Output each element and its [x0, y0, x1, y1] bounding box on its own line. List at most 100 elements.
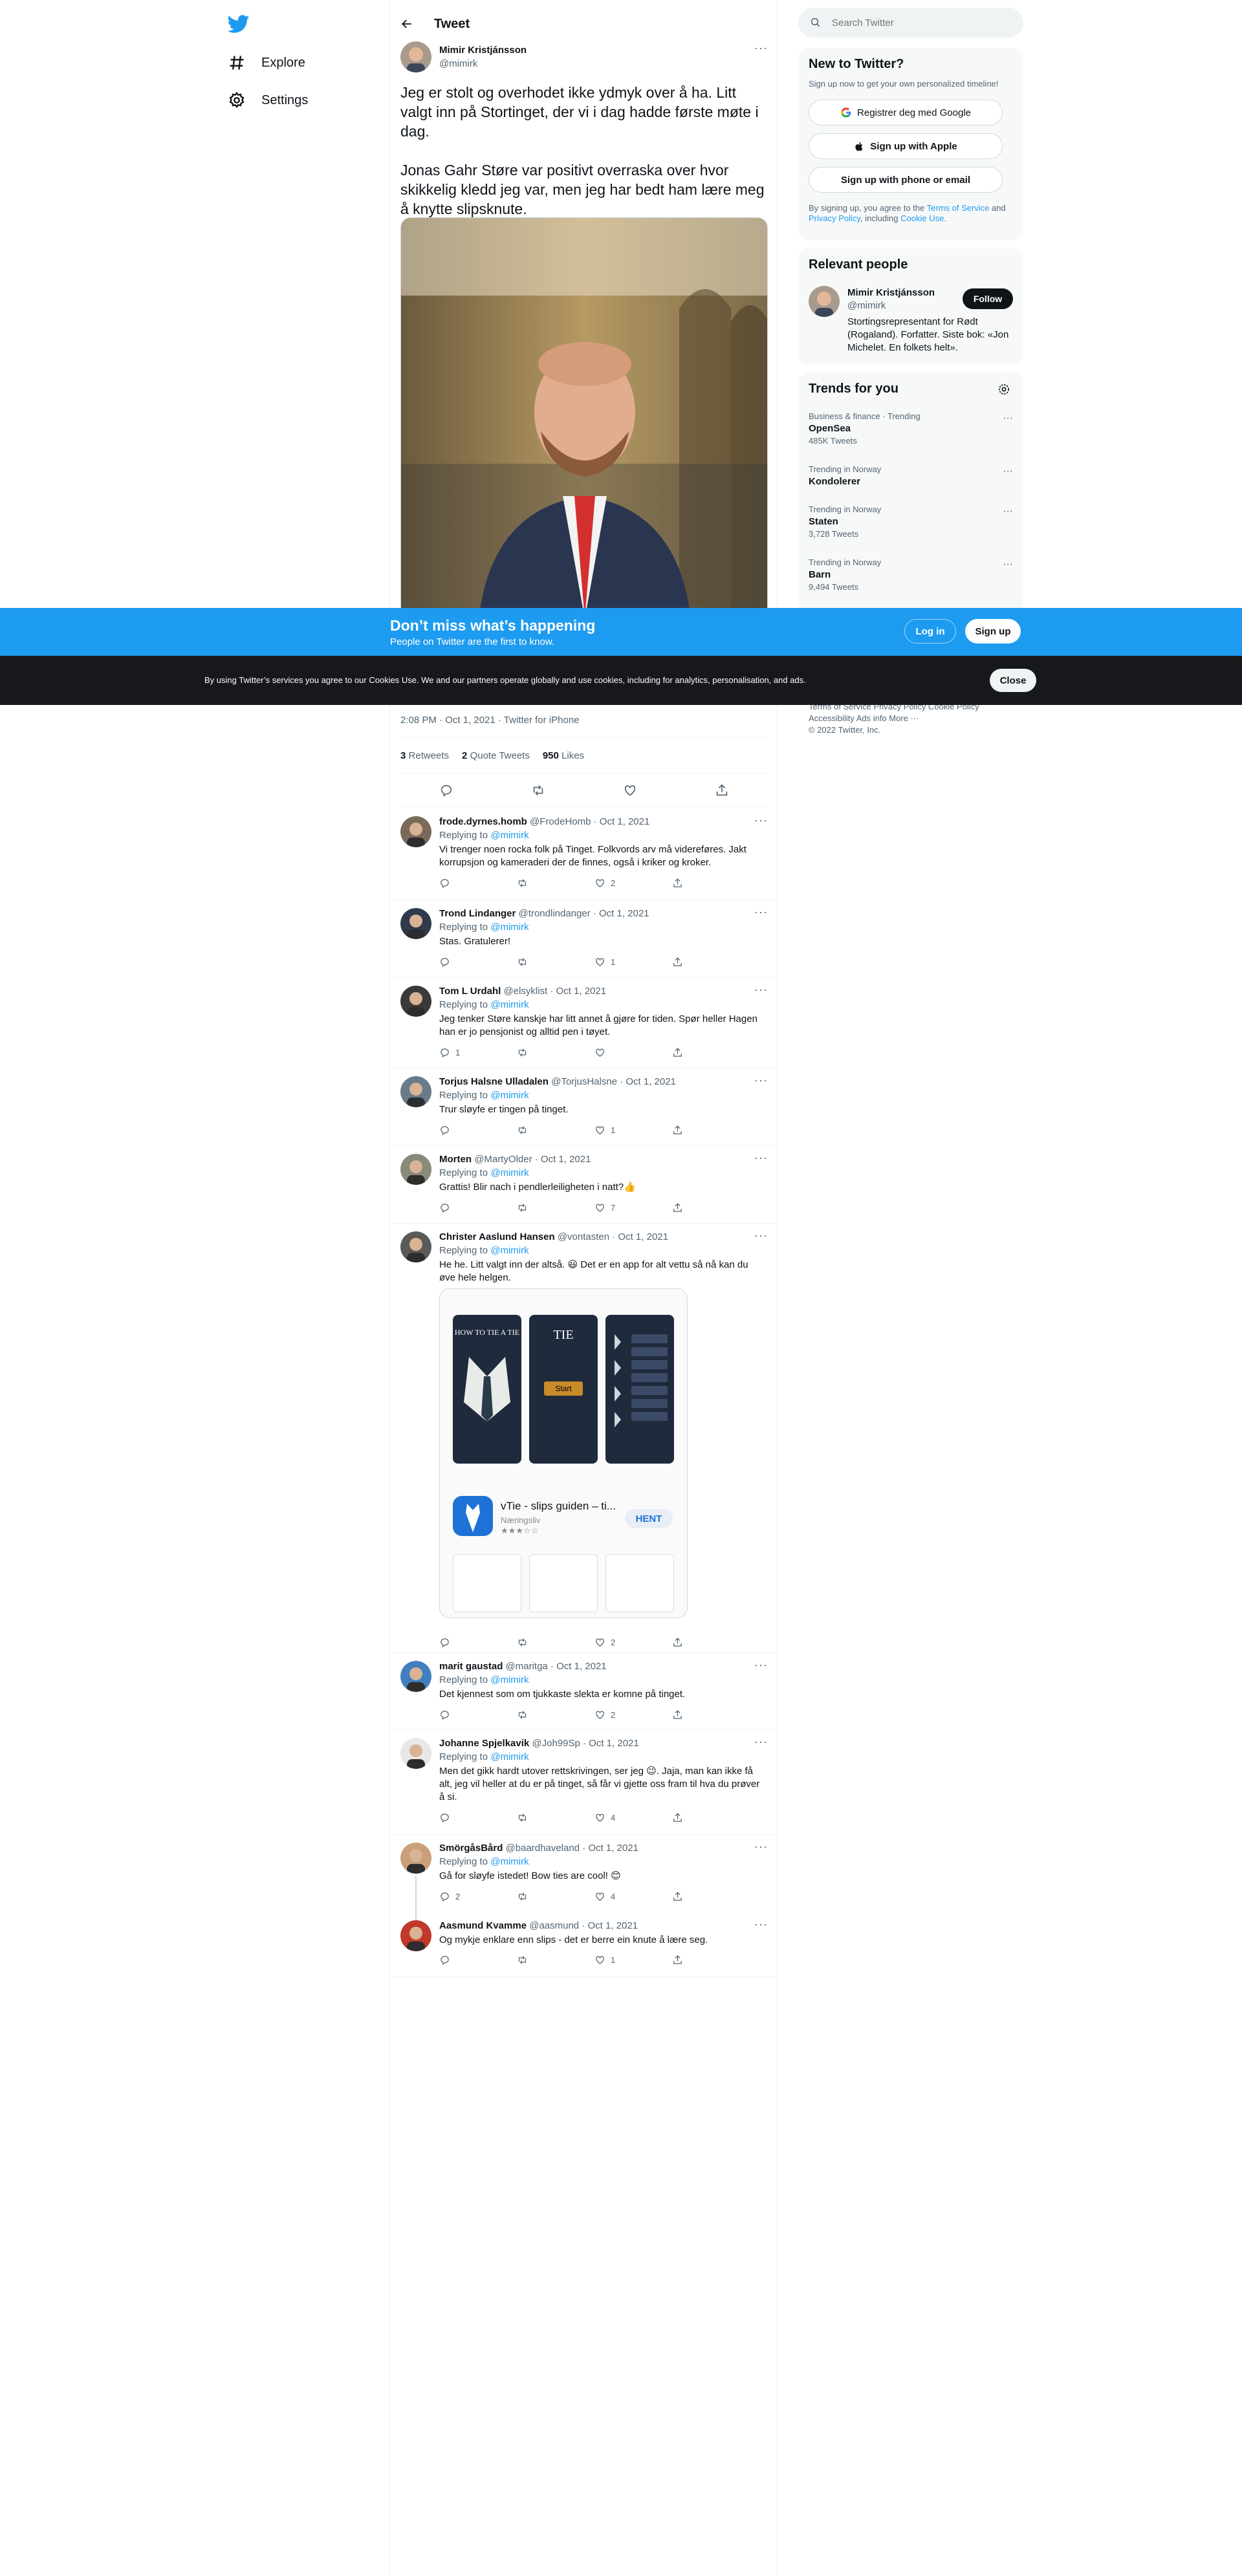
reply-handle-date[interactable]: @FrodeHomb · Oct 1, 2021	[530, 816, 649, 827]
reply-avatar[interactable]	[400, 1231, 431, 1262]
reply-retweet-action[interactable]	[517, 1200, 562, 1215]
mention-link[interactable]: @mimirk	[490, 1167, 528, 1178]
reply-handle-date[interactable]: @trondlindanger · Oct 1, 2021	[519, 908, 649, 919]
reply-reply-action[interactable]	[439, 955, 485, 969]
more-options-icon[interactable]: ···	[754, 1074, 768, 1087]
quotes-stat[interactable]: 2 Quote Tweets	[462, 750, 530, 761]
reply-handle-date[interactable]: @maritga · Oct 1, 2021	[506, 1661, 607, 1672]
mention-link[interactable]: @mimirk	[490, 922, 528, 933]
mention-link[interactable]: @mimirk	[490, 1856, 528, 1867]
back-arrow-icon[interactable]	[400, 17, 413, 30]
reply-reply-action[interactable]	[439, 1810, 485, 1824]
trend-item[interactable]: Business & finance · Trending OpenSea 485…	[809, 411, 1013, 446]
retweets-stat[interactable]: 3 Retweets	[400, 750, 449, 761]
app-get-button[interactable]: HENT	[625, 1509, 673, 1528]
reply-tweet[interactable]: Torjus Halsne Ulladalen @TorjusHalsne · …	[390, 1068, 778, 1146]
footer-line-2[interactable]: Accessibility Ads info More ···	[809, 713, 979, 724]
reply-reply-action[interactable]: 2	[439, 1889, 485, 1903]
reply-share-action[interactable]	[672, 1707, 717, 1722]
mention-link[interactable]: @mimirk	[490, 830, 528, 841]
follow-button[interactable]: Follow	[963, 288, 1013, 309]
reply-avatar[interactable]	[400, 1154, 431, 1185]
reply-tweet[interactable]: Morten @MartyOlder · Oct 1, 2021 ··· Reply…	[390, 1146, 778, 1224]
reply-author-name[interactable]: Aasmund Kvamme	[439, 1920, 527, 1931]
reply-share-action[interactable]	[672, 1635, 717, 1649]
more-options-icon[interactable]: ···	[754, 1840, 768, 1854]
trend-more-icon[interactable]: ···	[1003, 559, 1013, 570]
cookie-use-link[interactable]: Cookie Use	[900, 213, 944, 223]
cookie-close-button[interactable]: Close	[990, 669, 1036, 692]
reply-reply-action[interactable]	[439, 1123, 485, 1137]
reply-author-name[interactable]: Torjus Halsne Ulladalen	[439, 1076, 549, 1087]
mention-link[interactable]: @mimirk	[490, 1674, 528, 1685]
reply-reply-action[interactable]	[439, 1707, 485, 1722]
reply-share-action[interactable]	[672, 1200, 717, 1215]
relevant-handle[interactable]: @mimirk	[847, 300, 886, 311]
reply-author-name[interactable]: Christer Aaslund Hansen	[439, 1231, 555, 1242]
reply-like-action[interactable]: 4	[594, 1810, 640, 1824]
reply-retweet-action[interactable]	[517, 1889, 562, 1903]
reply-handle-date[interactable]: @vontasten · Oct 1, 2021	[558, 1231, 668, 1242]
reply-like-action[interactable]	[594, 1045, 640, 1059]
more-options-icon[interactable]: ···	[754, 1735, 768, 1749]
reply-author-name[interactable]: Tom L Urdahl	[439, 986, 501, 997]
reply-avatar[interactable]	[400, 908, 431, 939]
reply-avatar[interactable]	[400, 1920, 431, 1951]
search-box[interactable]	[798, 8, 1023, 38]
reply-tweet[interactable]: Trond Lindanger @trondlindanger · Oct 1,…	[390, 900, 778, 978]
reply-avatar[interactable]	[400, 1661, 431, 1692]
reply-avatar[interactable]	[400, 1738, 431, 1769]
reply-like-action[interactable]: 1	[594, 1123, 640, 1137]
reply-retweet-action[interactable]	[517, 955, 562, 969]
reply-like-action[interactable]: 2	[594, 1635, 640, 1649]
reply-share-action[interactable]	[672, 1045, 717, 1059]
reply-share-action[interactable]	[672, 876, 717, 890]
reply-tweet[interactable]: SmörgåsBård @baardhaveland · Oct 1, 2021…	[390, 1835, 778, 1920]
reply-like-action[interactable]: 7	[594, 1200, 640, 1215]
reply-retweet-action[interactable]	[517, 1810, 562, 1824]
author-handle[interactable]: @mimirk	[439, 58, 477, 69]
trend-more-icon[interactable]: ···	[1003, 413, 1013, 424]
reply-retweet-action[interactable]	[517, 1707, 562, 1722]
tweet-photo[interactable]	[400, 217, 768, 618]
trend-more-icon[interactable]: ···	[1003, 466, 1013, 477]
reply-retweet-action[interactable]	[517, 1123, 562, 1137]
more-options-icon[interactable]: ···	[754, 1151, 768, 1165]
reply-retweet-action[interactable]	[517, 1953, 562, 1967]
reply-share-action[interactable]	[672, 1810, 717, 1824]
reply-share-action[interactable]	[672, 1953, 717, 1967]
reply-like-action[interactable]: 1	[594, 1953, 640, 1967]
reply-author-name[interactable]: SmörgåsBård	[439, 1843, 503, 1854]
more-options-icon[interactable]: ···	[754, 1658, 768, 1672]
reply-handle-date[interactable]: @aasmund · Oct 1, 2021	[529, 1920, 638, 1931]
reply-handle-date[interactable]: @TorjusHalsne · Oct 1, 2021	[551, 1076, 676, 1087]
trend-item[interactable]: Trending in Norway Staten 3,728 Tweets ···	[809, 504, 1013, 539]
reply-handle-date[interactable]: @Joh99Sp · Oct 1, 2021	[532, 1738, 638, 1749]
more-options-icon[interactable]: ···	[754, 41, 768, 55]
mention-link[interactable]: @mimirk	[490, 1751, 528, 1762]
reply-author-name[interactable]: Johanne Spjelkavik	[439, 1738, 529, 1749]
app-store-card[interactable]: HOW TO TIE A TIE TIE Start vTie - slips …	[439, 1288, 688, 1618]
more-options-icon[interactable]: ···	[754, 814, 768, 827]
reply-reply-action[interactable]	[439, 876, 485, 890]
mention-link[interactable]: @mimirk	[490, 999, 528, 1010]
reply-retweet-action[interactable]	[517, 876, 562, 890]
reply-reply-action[interactable]	[439, 1200, 485, 1215]
share-icon[interactable]	[715, 783, 729, 797]
reply-like-action[interactable]: 4	[594, 1889, 640, 1903]
reply-tweet[interactable]: Tom L Urdahl @elsyklist · Oct 1, 2021 ···…	[390, 978, 778, 1068]
reply-avatar[interactable]	[400, 816, 431, 847]
phone-email-signup-button[interactable]: Sign up with phone or email	[809, 167, 1003, 193]
reply-author-name[interactable]: Trond Lindanger	[439, 908, 516, 919]
reply-avatar[interactable]	[400, 986, 431, 1017]
mention-link[interactable]: @mimirk	[490, 1090, 528, 1101]
trends-settings-icon[interactable]	[997, 383, 1010, 396]
reply-tweet[interactable]: Aasmund Kvamme @aasmund · Oct 1, 2021 ···…	[390, 1912, 778, 1977]
author-name[interactable]: Mimir Kristjánsson	[439, 45, 527, 56]
nav-explore[interactable]: Explore	[228, 47, 305, 79]
reply-reply-action[interactable]	[439, 1953, 485, 1967]
reply-author-name[interactable]: marit gaustad	[439, 1661, 503, 1672]
privacy-link[interactable]: Privacy Policy	[809, 213, 860, 223]
reply-share-action[interactable]	[672, 1889, 717, 1903]
reply-reply-action[interactable]	[439, 1635, 485, 1649]
